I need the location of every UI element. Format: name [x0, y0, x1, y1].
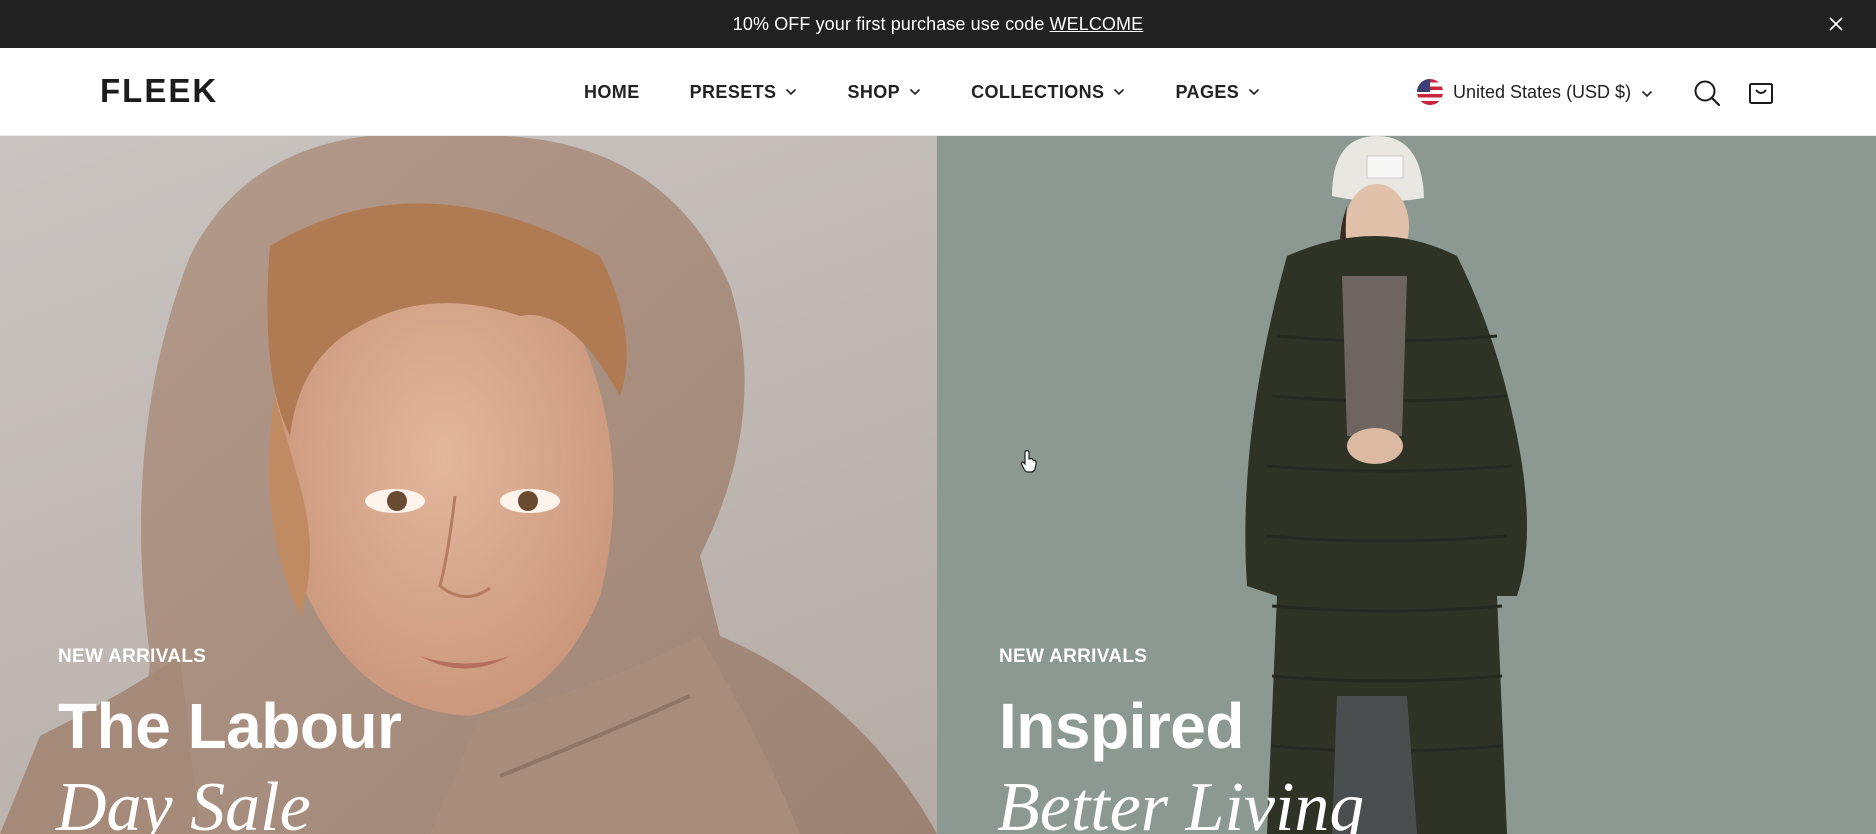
chevron-down-icon	[1113, 88, 1125, 96]
currency-selector[interactable]: United States (USD $)	[1417, 76, 1653, 108]
us-flag-icon	[1417, 79, 1443, 105]
hero-right-title: Inspired	[999, 690, 1244, 762]
nav-item-label: HOME	[584, 81, 640, 102]
nav-item-presets[interactable]: PRESETS	[690, 82, 798, 103]
search-icon[interactable]	[1692, 78, 1722, 108]
nav-item-pages[interactable]: PAGES	[1175, 82, 1260, 103]
discount-code-link[interactable]: WELCOME	[1050, 14, 1144, 35]
nav-item-label: SHOP	[847, 81, 901, 102]
hero-right-title-italic: Better Living	[997, 769, 1365, 834]
announcement-text: 10% OFF your first purchase use code	[732, 13, 1045, 34]
hero-left-title-italic: Day Sale	[56, 769, 311, 834]
chevron-down-icon	[1248, 88, 1260, 96]
site-header: FLEEK HOME PRESETS SHOP COLLECTIONS PAGE…	[0, 48, 1876, 136]
nav-item-collections[interactable]: COLLECTIONS	[971, 82, 1125, 103]
chevron-down-icon	[785, 88, 797, 96]
hero-left-eyebrow: NEW ARRIVALS	[58, 646, 207, 667]
cart-icon[interactable]	[1746, 78, 1776, 108]
nav-item-shop[interactable]: SHOP	[847, 82, 921, 103]
nav-item-label: PAGES	[1175, 81, 1240, 102]
nav-item-home[interactable]: HOME	[584, 82, 640, 103]
hero-panel-left[interactable]: NEW ARRIVALS The Labour Day Sale	[0, 136, 937, 834]
fleek-logo-mark: FLEEK	[100, 74, 218, 108]
chevron-down-icon	[909, 88, 921, 96]
currency-label: United States (USD $)	[1453, 81, 1632, 102]
main-nav: HOME PRESETS SHOP COLLECTIONS PAGES	[584, 48, 1310, 136]
hero-panel-right[interactable]: NEW ARRIVALS Inspired Better Living	[937, 136, 1876, 834]
close-icon[interactable]	[1824, 12, 1848, 36]
chevron-down-icon	[1641, 82, 1653, 103]
logo[interactable]: FLEEK	[100, 74, 236, 108]
hero-left-title: The Labour	[58, 690, 402, 762]
nav-item-label: PRESETS	[689, 81, 777, 102]
svg-text:FLEEK: FLEEK	[100, 74, 218, 108]
nav-item-label: COLLECTIONS	[971, 81, 1105, 102]
announcement-bar: 10% OFF your first purchase use code WEL…	[0, 0, 1876, 48]
hero-right-eyebrow: NEW ARRIVALS	[999, 646, 1148, 667]
